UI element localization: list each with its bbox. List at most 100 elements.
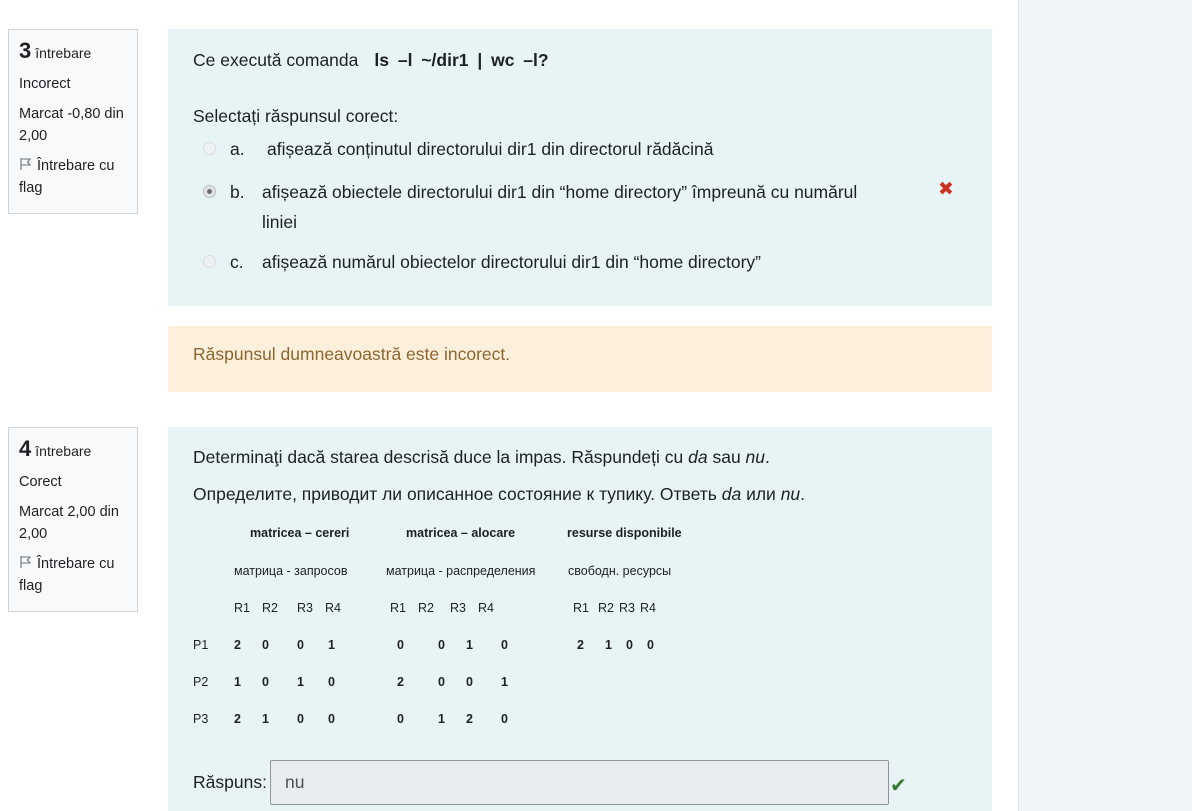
- question-info-3: 3 întrebare Incorect Marcat -0,80 din 2,…: [8, 29, 138, 214]
- question-3-content: Ce execută comanda ls –l ~/dir1 | wc –l? …: [168, 29, 992, 306]
- question-mark: Marcat 2,00 din 2,00: [19, 504, 119, 542]
- allocation-cell: 1: [501, 675, 508, 689]
- table-header-allocation: matricea – alocare: [406, 526, 516, 540]
- col-header: R2: [418, 601, 434, 615]
- col-header: R1: [573, 601, 589, 615]
- allocation-cell: 1: [466, 638, 473, 652]
- col-header: R2: [262, 601, 278, 615]
- option-text-line2: liniei: [262, 212, 298, 232]
- question-mark: Marcat -0,80 din 2,00: [19, 106, 124, 144]
- feedback-incorrect: Răspunsul dumneavoastră este incorect.: [168, 326, 992, 392]
- text-segment: Определите, приводит ли описанное состоя…: [193, 484, 722, 504]
- available-cell: 0: [647, 638, 654, 652]
- question-text: Ce execută comanda ls –l ~/dir1 | wc –l?: [193, 50, 549, 71]
- flag-question-button[interactable]: Întrebare cu flag: [19, 155, 137, 199]
- question-word: întrebare: [35, 443, 92, 459]
- allocation-cell: 1: [438, 712, 445, 726]
- col-header: R4: [478, 601, 494, 615]
- request-cell: 0: [297, 712, 304, 726]
- row-label: P3: [193, 712, 209, 726]
- table-sub-available: свободн. ресурсы: [568, 564, 672, 578]
- text-segment: da: [688, 447, 708, 467]
- question-text-ru: Определите, приводит ли описанное состоя…: [193, 484, 805, 505]
- request-cell: 0: [297, 638, 304, 652]
- allocation-cell: 0: [397, 712, 404, 726]
- available-cell: 1: [605, 638, 612, 652]
- flag-icon: [20, 158, 32, 170]
- allocation-cell: 2: [466, 712, 473, 726]
- request-cell: 0: [328, 675, 335, 689]
- radio-a[interactable]: [203, 142, 216, 155]
- correct-icon: ✔: [890, 775, 907, 797]
- option-a[interactable]: a. afișează conținutul directorului dir1…: [203, 134, 903, 164]
- table-sub-allocation: матрица - распределения: [386, 564, 536, 578]
- text-segment: Determinaţi dacă starea descrisă duce la…: [193, 447, 689, 467]
- allocation-cell: 0: [466, 675, 473, 689]
- radio-b[interactable]: [203, 185, 216, 198]
- incorrect-icon: ✖: [938, 179, 954, 200]
- request-cell: 0: [328, 712, 335, 726]
- question-text-ro: Determinaţi dacă starea descrisă duce la…: [193, 447, 770, 468]
- allocation-cell: 0: [438, 675, 445, 689]
- request-cell: 1: [262, 712, 269, 726]
- flag-label: Întrebare cu flag: [19, 556, 115, 594]
- option-c[interactable]: c. afișează numărul obiectelor directoru…: [203, 247, 903, 277]
- option-text: afișează conținutul directorului dir1 di…: [267, 139, 714, 159]
- request-cell: 2: [234, 638, 241, 652]
- allocation-cell: 0: [438, 638, 445, 652]
- request-cell: 1: [328, 638, 335, 652]
- col-header: R4: [640, 601, 656, 615]
- option-text: afișează numărul obiectelor directorului…: [262, 252, 761, 272]
- question-status: Incorect: [19, 76, 71, 92]
- available-cell: 0: [626, 638, 633, 652]
- option-b[interactable]: b. afișează obiectele directorului dir1 …: [203, 177, 903, 237]
- allocation-cell: 2: [397, 675, 404, 689]
- option-letter: a.: [230, 139, 245, 159]
- option-letter: c.: [230, 252, 244, 272]
- text-period: .: [800, 484, 806, 504]
- question-number: 4: [19, 436, 32, 461]
- question-command: ls –l ~/dir1 | wc –l?: [374, 50, 549, 70]
- question-prompt: Ce execută comanda: [193, 50, 359, 70]
- answer-input[interactable]: nu: [270, 760, 889, 805]
- text-segment: nu: [780, 484, 801, 504]
- option-letter: b.: [230, 182, 245, 202]
- available-cell: 2: [577, 638, 584, 652]
- request-cell: 2: [234, 712, 241, 726]
- allocation-cell: 0: [501, 638, 508, 652]
- col-header: R4: [325, 601, 341, 615]
- col-header: R3: [297, 601, 313, 615]
- select-label: Selectați răspunsul corect:: [193, 106, 399, 126]
- col-header: R3: [619, 601, 635, 615]
- request-cell: 0: [262, 638, 269, 652]
- flag-icon: [20, 556, 32, 568]
- col-header: R3: [450, 601, 466, 615]
- col-header: R1: [390, 601, 406, 615]
- text-segment: da: [721, 484, 742, 504]
- col-header: R2: [598, 601, 614, 615]
- text-period: .: [765, 447, 770, 467]
- text-segment: или: [741, 484, 781, 504]
- question-word: întrebare: [35, 45, 92, 61]
- row-label: P1: [193, 638, 209, 652]
- row-label: P2: [193, 675, 209, 689]
- flag-question-button[interactable]: Întrebare cu flag: [19, 553, 137, 597]
- text-segment: nu: [745, 447, 766, 467]
- option-text-line1: afișează obiectele directorului dir1 din…: [262, 182, 858, 202]
- question-4-content: Determinaţi dacă starea descrisă duce la…: [168, 427, 992, 811]
- request-cell: 1: [297, 675, 304, 689]
- radio-c[interactable]: [203, 255, 216, 268]
- answer-label: Răspuns:: [193, 772, 267, 792]
- text-segment: sau: [707, 447, 746, 467]
- request-cell: 1: [234, 675, 241, 689]
- table-sub-requests: матрица - запросов: [234, 564, 348, 578]
- table-header-available: resurse disponibile: [567, 526, 682, 540]
- question-info-4: 4 întrebare Corect Marcat 2,00 din 2,00 …: [8, 427, 138, 612]
- flag-label: Întrebare cu flag: [19, 158, 115, 196]
- allocation-cell: 0: [397, 638, 404, 652]
- table-header-requests: matricea – cereri: [250, 526, 350, 540]
- question-status: Corect: [19, 474, 62, 490]
- request-cell: 0: [262, 675, 269, 689]
- question-number: 3: [19, 38, 32, 63]
- right-sidebar: [1018, 0, 1192, 811]
